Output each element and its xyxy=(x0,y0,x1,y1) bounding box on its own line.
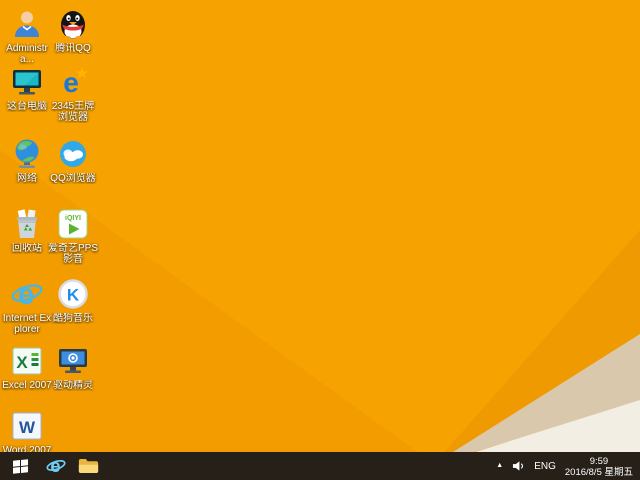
desktop-icon-2345-browser[interactable]: e 2345王牌浏览器 xyxy=(47,64,99,123)
kugou-letter: K xyxy=(67,286,80,305)
desktop-icon-label: 酷狗音乐 xyxy=(53,313,93,324)
qq-penguin-icon xyxy=(55,6,91,42)
clock-date: 2016/8/5 星期五 xyxy=(564,467,633,478)
desktop-icon-driver-genius[interactable]: 驱动精灵 xyxy=(47,343,99,391)
desktop-icon-word-2007[interactable]: W Word 2007 xyxy=(1,408,53,456)
start-button[interactable] xyxy=(0,452,40,480)
network-globe-icon xyxy=(9,136,45,172)
ie-letter: e xyxy=(18,278,35,311)
desktop-icon-label: 这台电脑 xyxy=(7,101,47,112)
desktop-icon-label: QQ浏览器 xyxy=(50,173,96,184)
excel-icon: X xyxy=(9,343,45,379)
language-indicator[interactable]: ENG xyxy=(534,461,556,472)
driver-genius-icon xyxy=(55,343,91,379)
desktop-icon-label: Internet Explorer xyxy=(2,313,52,335)
desktop-icon-administrator[interactable]: Administra... xyxy=(1,6,53,65)
taskbar-internet-explorer-icon[interactable]: e xyxy=(40,452,72,480)
taskbar: e ▲ ENG 9:59 2016/8/5 星期五 xyxy=(0,452,640,480)
desktop-icon-label: Administra... xyxy=(6,43,48,65)
iqiyi-pps-icon: iQIYI xyxy=(55,206,91,242)
desktop-icon-recycle-bin[interactable]: 回收站 xyxy=(1,206,53,254)
this-pc-icon xyxy=(9,64,45,100)
volume-button[interactable] xyxy=(512,460,525,472)
word-letter: W xyxy=(19,418,36,437)
desktop-icon-label: 回收站 xyxy=(12,243,42,254)
desktop-icon-label: 腾讯QQ xyxy=(55,43,91,54)
desktop-icon-kugou-music[interactable]: K 酷狗音乐 xyxy=(47,276,99,324)
system-tray: ▲ ENG 9:59 2016/8/5 星期五 xyxy=(496,452,640,480)
desktop-icon-tencent-qq[interactable]: 腾讯QQ xyxy=(47,6,99,54)
desktop-icon-this-pc[interactable]: 这台电脑 xyxy=(1,64,53,112)
desktop-icon-label: 驱动精灵 xyxy=(53,380,93,391)
qq-browser-icon xyxy=(55,136,91,172)
iqiyi-wordmark: iQIYI xyxy=(65,215,81,222)
windows-logo-icon xyxy=(12,458,28,474)
speaker-icon xyxy=(513,461,524,471)
2345-browser-icon: e xyxy=(55,64,91,100)
kugou-icon: K xyxy=(55,276,91,312)
ie-icon: e xyxy=(46,456,66,476)
svg-text:e: e xyxy=(50,456,60,476)
show-hidden-icons-button[interactable]: ▲ xyxy=(496,452,503,480)
desktop-icon-label: 2345王牌浏览器 xyxy=(51,101,95,123)
word-icon: W xyxy=(9,408,45,444)
desktop-icon-internet-explorer[interactable]: e Internet Explorer xyxy=(1,276,53,335)
desktop-icon-label: Excel 2007 xyxy=(2,380,52,391)
desktop-icon-label: 网络 xyxy=(17,173,37,184)
desktop-icon-label: 爱奇艺PPS影音 xyxy=(47,243,98,265)
folder-icon xyxy=(78,459,98,473)
excel-letter: X xyxy=(16,353,28,372)
desktop-icon-qq-browser[interactable]: QQ浏览器 xyxy=(47,136,99,184)
desktop-icon-iqiyi-pps[interactable]: iQIYI 爱奇艺PPS影音 xyxy=(47,206,99,265)
internet-explorer-icon: e xyxy=(9,276,45,312)
taskbar-file-explorer-icon[interactable] xyxy=(72,452,104,480)
desktop: Administra... 这台电脑 网络 回收站 e Internet Exp… xyxy=(0,0,640,456)
clock-time: 9:59 xyxy=(589,456,609,467)
recycle-bin-icon xyxy=(9,206,45,242)
administrator-icon xyxy=(9,6,45,42)
desktop-icon-network[interactable]: 网络 xyxy=(1,136,53,184)
desktop-icon-excel-2007[interactable]: X Excel 2007 xyxy=(1,343,53,391)
tray-clock[interactable]: 9:59 2016/8/5 星期五 xyxy=(565,454,633,478)
